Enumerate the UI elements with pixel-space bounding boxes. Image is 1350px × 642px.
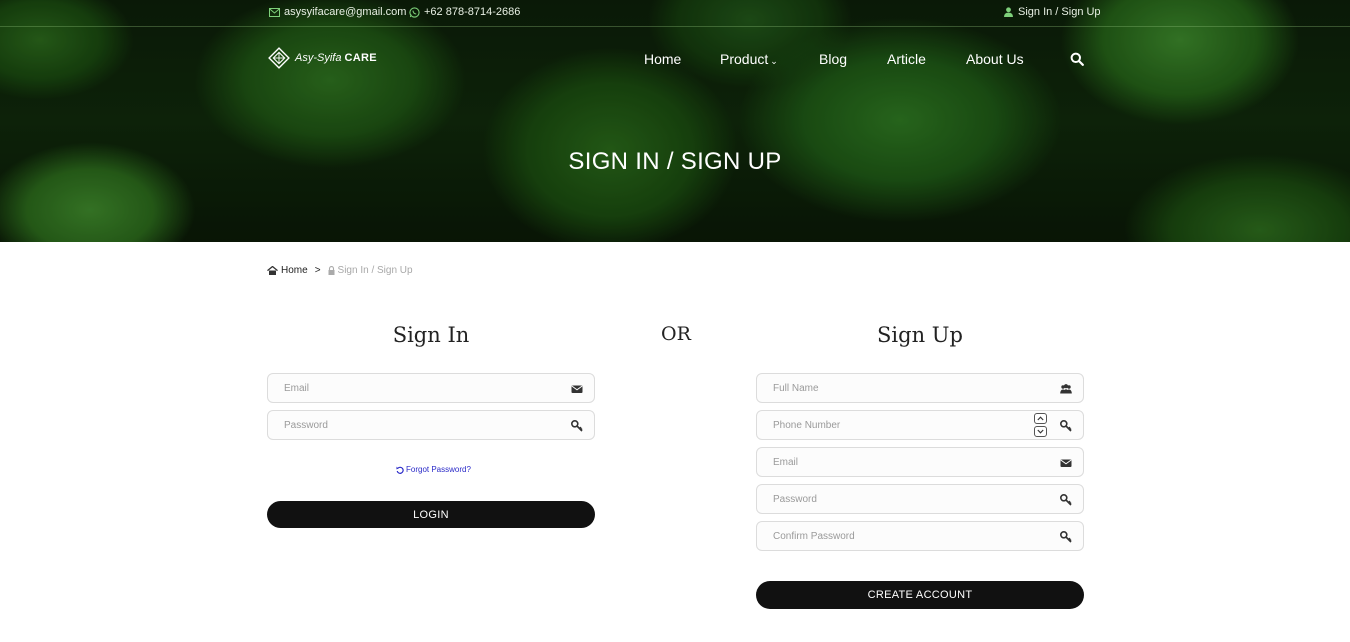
brand-name-suffix: CARE (344, 52, 377, 64)
hero-banner: asysyifacare@gmail.com +62 878-8714-2686… (0, 0, 1350, 242)
home-icon (267, 266, 278, 275)
envelope-outline-icon (268, 7, 280, 17)
topbar-email-text: asysyifacare@gmail.com (284, 6, 407, 18)
signup-password-input[interactable] (757, 485, 1083, 513)
topbar-auth-text: Sign In / Sign Up (1018, 6, 1101, 18)
stepper-up-icon[interactable] (1034, 413, 1047, 424)
lock-icon (328, 266, 335, 275)
forgot-password-label: Forgot Password? (406, 465, 471, 474)
signup-confirm-password-input[interactable] (757, 522, 1083, 550)
envelope-icon (571, 385, 583, 393)
nav-article[interactable]: Article (887, 51, 926, 67)
envelope-icon (1060, 459, 1072, 467)
page-title: SIGN IN / SIGN UP (568, 148, 782, 175)
topbar-phone[interactable]: +62 878-8714-2686 (408, 6, 520, 18)
breadcrumb-separator: > (314, 265, 321, 276)
signup-confirm-password-field[interactable] (756, 521, 1084, 551)
nav-product[interactable]: Product ⌄ (720, 51, 778, 67)
users-icon (1060, 384, 1072, 394)
signin-email-input[interactable] (268, 374, 594, 402)
nav-product-label: Product (720, 51, 769, 67)
main-navbar: Asy-Syifa CARE Home Product ⌄ Blog Articl… (0, 27, 1350, 91)
phone-number-stepper[interactable] (1034, 413, 1047, 437)
topbar-phone-text: +62 878-8714-2686 (424, 6, 521, 18)
brand-name-main: Asy-Syifa (295, 52, 342, 64)
key-icon (1060, 531, 1072, 543)
nav-home[interactable]: Home (644, 51, 681, 67)
breadcrumb-home-label: Home (281, 265, 308, 276)
signup-fullname-input[interactable] (757, 374, 1083, 402)
signup-password-field[interactable] (756, 484, 1084, 514)
key-icon (1060, 494, 1072, 506)
stepper-down-icon[interactable] (1034, 426, 1047, 437)
create-account-button[interactable]: CREATE ACCOUNT (756, 581, 1084, 609)
search-icon[interactable] (1070, 52, 1084, 66)
signup-email-input[interactable] (757, 448, 1083, 476)
undo-icon (396, 466, 404, 474)
signup-email-field[interactable] (756, 447, 1084, 477)
brand-name: Asy-Syifa CARE (295, 52, 377, 64)
breadcrumb-current: Sign In / Sign Up (328, 265, 413, 276)
breadcrumb-home[interactable]: Home (267, 265, 308, 276)
signin-email-field[interactable] (267, 373, 595, 403)
nav-blog[interactable]: Blog (819, 51, 847, 67)
signin-password-field[interactable] (267, 410, 595, 440)
topbar-email[interactable]: asysyifacare@gmail.com (268, 6, 406, 18)
signup-title: Sign Up (877, 323, 963, 347)
breadcrumb-current-label: Sign In / Sign Up (337, 265, 413, 276)
forgot-password-link[interactable]: Forgot Password? (396, 465, 471, 474)
login-button[interactable]: LOGIN (267, 501, 595, 528)
key-icon (571, 420, 583, 432)
key-icon (1060, 420, 1072, 432)
signup-phone-field[interactable] (756, 410, 1084, 440)
logo-mark (268, 47, 290, 69)
nav-about[interactable]: About Us (966, 51, 1024, 67)
topbar-auth-link[interactable]: Sign In / Sign Up (1002, 6, 1101, 18)
whatsapp-icon (408, 6, 420, 18)
top-bar: asysyifacare@gmail.com +62 878-8714-2686… (0, 0, 1350, 27)
breadcrumb: Home > Sign In / Sign Up (267, 265, 413, 276)
signin-password-input[interactable] (268, 411, 594, 439)
or-divider: OR (661, 323, 691, 345)
signup-fullname-field[interactable] (756, 373, 1084, 403)
chevron-down-icon: ⌄ (770, 56, 778, 66)
user-icon (1002, 7, 1014, 17)
brand-logo[interactable]: Asy-Syifa CARE (268, 47, 377, 69)
signin-title: Sign In (392, 323, 470, 347)
